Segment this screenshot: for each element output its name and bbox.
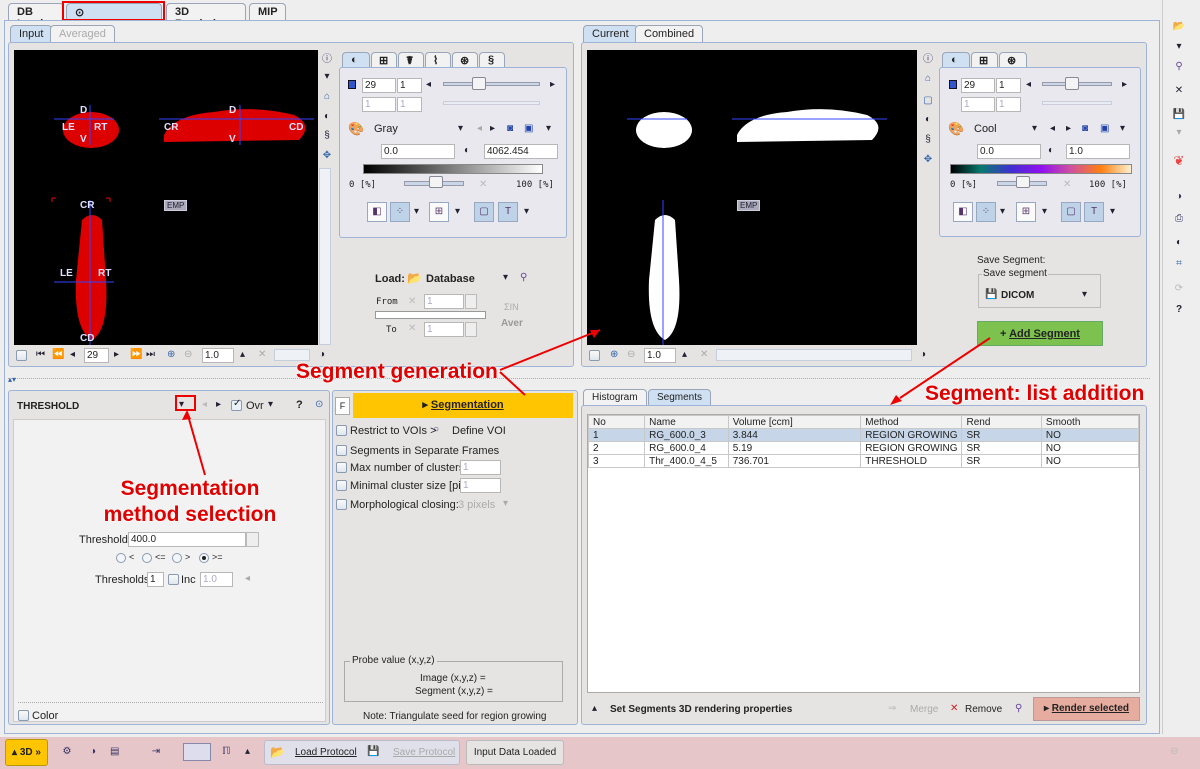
arrow-segment-generation [499,329,601,371]
annotation-method-selection-2: method selection [103,503,277,526]
arrow-method-selection [186,411,206,476]
annotation-method-selection-1: Segmentation [120,477,260,500]
annotation-segment-generation: Segment generation [296,360,498,383]
arrow-segmentation-button [499,371,526,396]
arrowhead-list-addition [890,395,902,405]
arrowhead-method-selection [182,410,191,420]
annotation-list-addition: Segment: list addition [925,382,1145,405]
